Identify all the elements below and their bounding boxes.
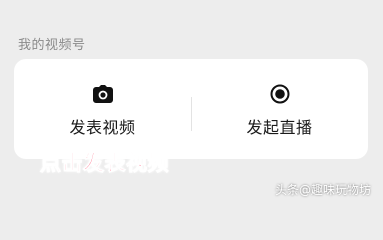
start-live-button[interactable]: 发起直播 <box>191 59 368 159</box>
live-record-icon <box>270 84 290 104</box>
start-live-label: 发起直播 <box>246 118 313 137</box>
publish-video-button[interactable]: 发表视频 <box>14 59 191 159</box>
channels-actions-card: 发表视频 发起直播 <box>14 59 368 159</box>
publish-video-label: 发表视频 <box>69 118 136 137</box>
camera-icon <box>92 84 113 104</box>
channels-page: 我的视频号 发表视频 发起直播 点击发表视频 头条@趣味玩物坊 <box>0 0 383 204</box>
instruction-caption: 点击发表视频 <box>40 151 169 176</box>
section-title: 我的视频号 <box>18 38 86 53</box>
watermark: 头条@趣味玩物坊 <box>274 183 371 197</box>
